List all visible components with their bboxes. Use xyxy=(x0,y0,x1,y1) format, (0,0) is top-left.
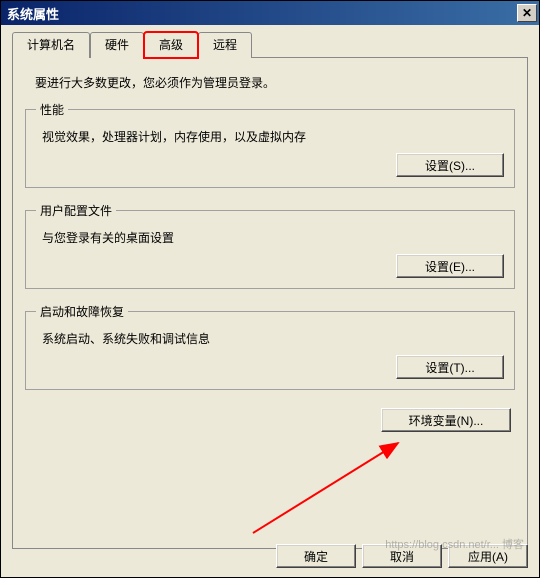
tab-advanced[interactable]: 高级 xyxy=(144,32,198,58)
window-title: 系统属性 xyxy=(7,4,59,23)
titlebar[interactable]: 系统属性 ✕ xyxy=(1,1,539,25)
group-startup-buttons: 设置(T)... xyxy=(36,355,504,379)
dialog-buttons: 确定 取消 应用(A) xyxy=(276,544,528,568)
group-startup-legend: 启动和故障恢复 xyxy=(36,303,128,320)
group-performance-desc: 视觉效果，处理器计划，内存使用，以及虚拟内存 xyxy=(42,128,504,145)
group-performance-legend: 性能 xyxy=(36,101,68,118)
group-userprofiles-desc: 与您登录有关的桌面设置 xyxy=(42,229,504,246)
group-performance: 性能 视觉效果，处理器计划，内存使用，以及虚拟内存 设置(S)... xyxy=(25,101,515,188)
close-button[interactable]: ✕ xyxy=(517,4,537,22)
environment-variables-button[interactable]: 环境变量(N)... xyxy=(381,408,511,432)
cancel-button[interactable]: 取消 xyxy=(362,544,442,568)
performance-settings-button[interactable]: 设置(S)... xyxy=(396,153,504,177)
apply-button[interactable]: 应用(A) xyxy=(448,544,528,568)
ok-button[interactable]: 确定 xyxy=(276,544,356,568)
tab-remote[interactable]: 远程 xyxy=(198,32,252,58)
group-performance-buttons: 设置(S)... xyxy=(36,153,504,177)
instruction-text: 要进行大多数更改，您必须作为管理员登录。 xyxy=(35,74,515,91)
close-icon: ✕ xyxy=(522,7,532,19)
group-userprofiles-legend: 用户配置文件 xyxy=(36,202,116,219)
annotation-arrow xyxy=(243,433,413,543)
group-userprofiles-buttons: 设置(E)... xyxy=(36,254,504,278)
group-startup-desc: 系统启动、系统失败和调试信息 xyxy=(42,330,504,347)
env-row: 环境变量(N)... xyxy=(25,408,511,432)
system-properties-window: 系统属性 ✕ 计算机名 硬件 高级 远程 要进行大多数更改，您必须作为管理员登录… xyxy=(0,0,540,578)
tabs: 计算机名 硬件 高级 远程 xyxy=(12,31,536,57)
window-content: 计算机名 硬件 高级 远程 要进行大多数更改，您必须作为管理员登录。 性能 视觉… xyxy=(4,25,536,574)
tab-hardware[interactable]: 硬件 xyxy=(90,32,144,58)
group-userprofiles: 用户配置文件 与您登录有关的桌面设置 设置(E)... xyxy=(25,202,515,289)
userprofiles-settings-button[interactable]: 设置(E)... xyxy=(396,254,504,278)
tab-computer-name[interactable]: 计算机名 xyxy=(12,32,90,58)
group-startup: 启动和故障恢复 系统启动、系统失败和调试信息 设置(T)... xyxy=(25,303,515,390)
tabpanel-advanced: 要进行大多数更改，您必须作为管理员登录。 性能 视觉效果，处理器计划，内存使用，… xyxy=(12,57,528,549)
startup-settings-button[interactable]: 设置(T)... xyxy=(396,355,504,379)
